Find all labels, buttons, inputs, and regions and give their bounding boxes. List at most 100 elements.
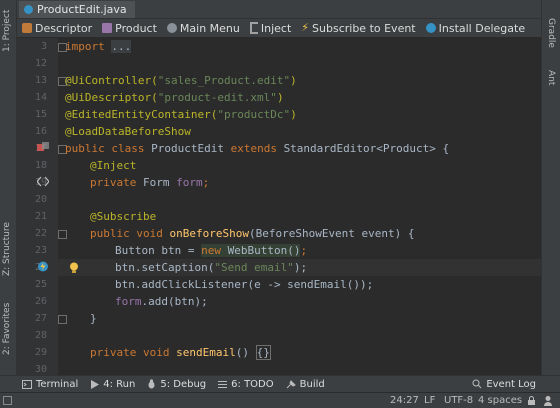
structure-tool-button[interactable]: Z: Structure (2, 222, 12, 276)
ant-tool-button[interactable]: Ant (546, 70, 556, 85)
line-number: 23 (34, 245, 47, 256)
designer-toolbar: Descriptor Product Main Menu Inject ⚡ Su… (17, 19, 541, 38)
code-line: @UiController("sales_Product.edit") (65, 72, 297, 89)
menu-icon (166, 23, 177, 33)
class-gutter-icon[interactable] (37, 142, 49, 153)
editor-gutter: 3 12 13 14 15 16 17 18 19 20 21 22 23 24… (17, 38, 58, 375)
code-line: @LoadDataBeforeShow (65, 123, 191, 140)
code-line: public void onBeforeShow(BeforeShowEvent… (90, 225, 415, 242)
code-editor[interactable]: import ... @UiController("sales_Product.… (58, 38, 541, 375)
code-line: btn.addClickListener(e -> sendEmail()); (115, 276, 373, 293)
event-log-icon (472, 379, 482, 389)
install-delegate-button[interactable]: Install Delegate (421, 22, 530, 35)
annotation: @LoadDataBeforeShow (65, 125, 191, 138)
line-number: 14 (34, 92, 47, 103)
code-line: import ... (65, 38, 132, 55)
line-number: 27 (34, 313, 47, 324)
method-call: btn.setCaption( (115, 261, 215, 274)
event-log-tool-button[interactable]: Event Log (466, 379, 542, 390)
todo-icon (218, 380, 228, 388)
code-line-current: btn.setCaption("Send email"); (115, 259, 307, 276)
annotation: @UiController( (65, 74, 158, 87)
event-log-label: Event Log (486, 378, 536, 390)
class-name: ProductEdit (151, 142, 231, 155)
terminal-icon (22, 379, 32, 389)
main-menu-button[interactable]: Main Menu (162, 22, 245, 35)
method-name: sendEmail (176, 346, 236, 359)
line-number: 29 (34, 347, 47, 358)
run-label: 4: Run (103, 378, 136, 390)
keyword: private (90, 176, 143, 189)
method-params: (BeforeShowEvent event) { (248, 227, 415, 240)
semicolon: ; (300, 244, 308, 257)
main-menu-label: Main Menu (179, 21, 240, 35)
field-name: form (176, 176, 203, 189)
todo-tool-button[interactable]: 6: TODO (212, 379, 279, 390)
code-line: form.add(btn); (115, 293, 208, 310)
debug-tool-button[interactable]: 5: Debug (141, 379, 212, 390)
editor-tab-label: ProductEdit.java (37, 3, 127, 16)
keyword: public class (65, 142, 152, 155)
entity-icon (102, 23, 113, 33)
gradle-tool-button[interactable]: Gradle (546, 18, 556, 48)
line-number: 26 (34, 296, 47, 307)
run-icon (91, 379, 100, 389)
line-number: 28 (34, 330, 47, 341)
inspector-icon[interactable] (543, 395, 553, 406)
line-separator[interactable]: LF (424, 393, 435, 408)
line-number: 16 (34, 126, 47, 137)
indent-setting[interactable]: 4 spaces (478, 393, 522, 408)
run-tool-button[interactable]: 4: Run (84, 379, 141, 390)
product-label: Product (115, 21, 157, 35)
build-label: Build (299, 378, 325, 390)
status-bar: 24:27 LF UTF-8 4 spaces (0, 392, 560, 408)
code-line: private void sendEmail() {} (90, 344, 271, 361)
descriptor-icon (22, 23, 32, 33)
inject-button[interactable]: Inject (245, 22, 296, 35)
descriptor-button[interactable]: Descriptor (17, 22, 97, 35)
favorites-tool-button[interactable]: 2: Favorites (2, 303, 12, 355)
new-keyword: new (201, 244, 228, 257)
project-tool-button[interactable]: 1: Project (2, 10, 12, 52)
delegate-icon (425, 23, 436, 33)
debug-icon (148, 379, 155, 389)
build-icon (286, 379, 296, 388)
annotation-paren: ) (290, 74, 297, 87)
line-number: 20 (34, 194, 47, 205)
install-delegate-label: Install Delegate (438, 21, 526, 35)
code-line: private Form form; (90, 174, 209, 191)
folded-method-body[interactable]: {} (255, 345, 271, 360)
type-name: Form (142, 176, 177, 189)
line-number: 21 (34, 211, 47, 222)
folded-imports[interactable]: ... (111, 40, 132, 53)
product-button[interactable]: Product (97, 22, 162, 35)
subscribe-to-event-button[interactable]: ⚡ Subscribe to Event (296, 22, 420, 35)
right-tool-stripe: Gradle Ant (541, 0, 560, 375)
editor-tab[interactable]: ProductEdit.java (19, 1, 135, 18)
lock-icon[interactable] (527, 396, 536, 405)
semicolon: ; (202, 176, 210, 189)
tool-windows-toggle-icon[interactable] (3, 396, 12, 405)
annotation-paren: ) (290, 108, 297, 121)
build-tool-button[interactable]: Build (280, 379, 331, 390)
code-line: @Subscribe (90, 208, 156, 225)
event-handler-gutter-icon[interactable] (37, 261, 49, 272)
fold-marker[interactable] (58, 315, 67, 324)
file-encoding[interactable]: UTF-8 (444, 393, 473, 408)
string-literal: "productDc" (217, 108, 291, 121)
caret-position[interactable]: 24:27 (390, 393, 419, 408)
annotation: @UiDescriptor( (65, 91, 158, 104)
intention-bulb-icon[interactable] (69, 262, 79, 274)
annotation-paren: ) (276, 91, 284, 104)
closing-brace: } (90, 312, 97, 325)
todo-label: 6: TODO (231, 378, 274, 390)
tool-window-bar: Terminal 4: Run 5: Debug 6: TODO Build E… (0, 375, 560, 392)
terminal-tool-button[interactable]: Terminal (16, 379, 84, 390)
string-literal: "sales_Product.edit" (157, 74, 291, 87)
method-call: .add(btn); (141, 295, 208, 308)
annotation: @Inject (90, 159, 137, 172)
subscribe-label: Subscribe to Event (312, 21, 416, 35)
fold-marker[interactable] (58, 230, 67, 239)
injection-gutter-icon[interactable] (37, 176, 49, 187)
code-line: Button btn = new WebButton(); (115, 242, 307, 259)
